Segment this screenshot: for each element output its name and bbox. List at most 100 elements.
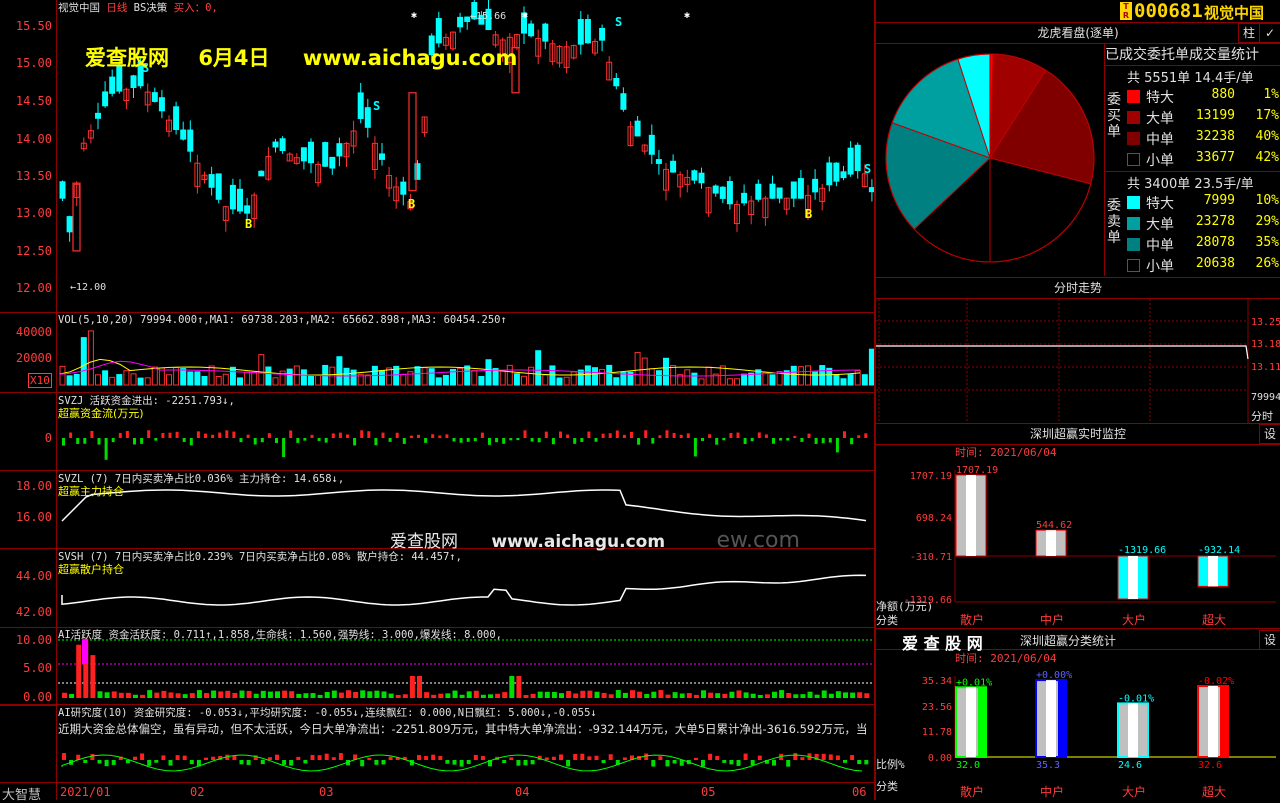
lhb-pie-chart[interactable] — [876, 44, 1104, 276]
date-tick: 02 — [190, 785, 205, 799]
monitor-xlabel: 分类 — [876, 613, 898, 627]
lhb-subheader: 已成交委托单成交量统计 — [1105, 47, 1259, 63]
check-button[interactable]: ✓ — [1259, 23, 1280, 43]
ai-tick: 10.00 — [15, 633, 52, 647]
legend-swatch — [1127, 132, 1140, 145]
research-bar — [757, 755, 762, 760]
activity-bar — [310, 693, 316, 698]
activity-bar — [168, 692, 174, 698]
classify-bar-accent — [1058, 680, 1066, 757]
classify-y-tick: 0.00 — [928, 753, 952, 764]
fund-flow-bar — [246, 434, 250, 438]
candle-body — [726, 181, 733, 205]
volume-bar — [194, 371, 201, 386]
buy-signal: B — [805, 207, 812, 221]
activity-bar — [182, 694, 188, 698]
candle-body — [102, 91, 109, 107]
activity-bar — [133, 694, 138, 698]
legend-swatch — [1127, 196, 1140, 209]
price-tick: 15.50 — [15, 19, 52, 33]
activity-bar — [686, 693, 692, 698]
legend-swatch — [1127, 153, 1140, 166]
research-bar — [438, 755, 443, 760]
research-bar — [736, 760, 741, 766]
classify-chart[interactable]: 35.34 23.56 11.78 0.00 +0.01% 32.0 散户 +0.00% 35.… — [876, 666, 1280, 800]
research-bar — [111, 760, 116, 765]
candle-body — [620, 93, 627, 110]
research-bar — [459, 760, 464, 767]
fund-flow-bar — [69, 432, 73, 438]
activity-bar — [395, 694, 401, 698]
monitor-chart[interactable]: 1707.19 698.24 -310.71 -1319.66 1707.19 散户 544… — [876, 444, 1280, 628]
research-bar — [282, 760, 287, 765]
fund-flow-bar — [125, 430, 129, 438]
candle-body — [308, 141, 314, 164]
fund-flow-bar — [644, 430, 648, 438]
buy-row: 中单 32238 40% — [1127, 129, 1279, 149]
monitor-settings-button[interactable]: 设 — [1259, 424, 1280, 444]
fund-flow-bar — [175, 431, 179, 438]
volume-bar — [336, 356, 343, 386]
fund-flow-bar — [516, 438, 520, 441]
chart-area[interactable]: B B B S S S S ✱ ✱ ✱ 视觉中国 日线 BS决策 买入：0, 爱查股网 6月4日 … — [0, 0, 875, 803]
fund-flow-bar — [509, 438, 513, 441]
fund-flow-bar — [729, 432, 733, 438]
buy-row-value: 13199 — [1195, 108, 1235, 123]
activity-bar — [772, 691, 777, 698]
activity-bar — [693, 694, 699, 698]
activity-bar — [125, 692, 131, 698]
activity-bar — [154, 692, 160, 698]
volume-bar — [286, 368, 293, 386]
activity-bar — [608, 694, 614, 698]
activity-bar — [338, 692, 344, 698]
research-bar — [90, 754, 95, 760]
bar-toggle-button[interactable]: 柱 — [1238, 23, 1260, 43]
candle-body — [59, 181, 66, 199]
buy-row-value: 33677 — [1195, 150, 1235, 165]
research-bar — [239, 760, 244, 765]
activity-bar — [672, 692, 678, 698]
activity-bar — [76, 644, 82, 698]
buy-row-name: 中单 — [1146, 132, 1174, 148]
activity-bar — [211, 690, 217, 698]
svzl-tick: 18.00 — [15, 479, 52, 493]
svzj-sub: 超赢资金流(万元) — [58, 407, 144, 420]
candle-body — [826, 162, 833, 186]
sell-row-value: 7999 — [1203, 193, 1235, 208]
research-bar — [83, 760, 88, 763]
research-bar — [843, 760, 847, 763]
date-tick: 06 — [852, 785, 867, 799]
monitor-value-label: 1707.19 — [956, 465, 998, 476]
volume-bar — [641, 357, 648, 386]
fund-flow-bar — [686, 433, 690, 438]
volume-bar — [80, 337, 87, 386]
volume-bar — [73, 373, 80, 386]
buy-row: 特大 880 1% — [1127, 87, 1279, 107]
price-tick: 15.00 — [15, 56, 52, 70]
research-bar — [587, 756, 592, 760]
volume-bar — [471, 370, 478, 386]
fund-flow-bar — [750, 438, 754, 442]
research-bar — [743, 753, 748, 760]
activity-bar — [651, 691, 657, 698]
sell-row-name: 大单 — [1146, 217, 1174, 233]
fund-flow-bar — [118, 432, 122, 438]
volume-bar — [87, 330, 94, 386]
activity-bar — [473, 690, 479, 698]
volume-bar — [364, 374, 371, 386]
fund-flow-bar — [864, 433, 868, 438]
volume-bar — [428, 368, 435, 386]
classify-settings-button[interactable]: 设 — [1259, 630, 1280, 650]
research-bar — [729, 760, 734, 765]
volume-bar — [556, 377, 563, 386]
research-bar — [296, 756, 301, 760]
research-bar — [665, 760, 670, 767]
fund-flow-bar — [140, 438, 144, 444]
volume-bar — [272, 377, 279, 386]
activity-bar — [466, 691, 472, 698]
research-bar — [147, 760, 152, 766]
fund-flow-bar — [488, 438, 491, 445]
intraday-chart[interactable] — [876, 299, 1280, 423]
classify-change-label: -0.01% — [1118, 693, 1154, 704]
candle-body — [847, 147, 854, 175]
